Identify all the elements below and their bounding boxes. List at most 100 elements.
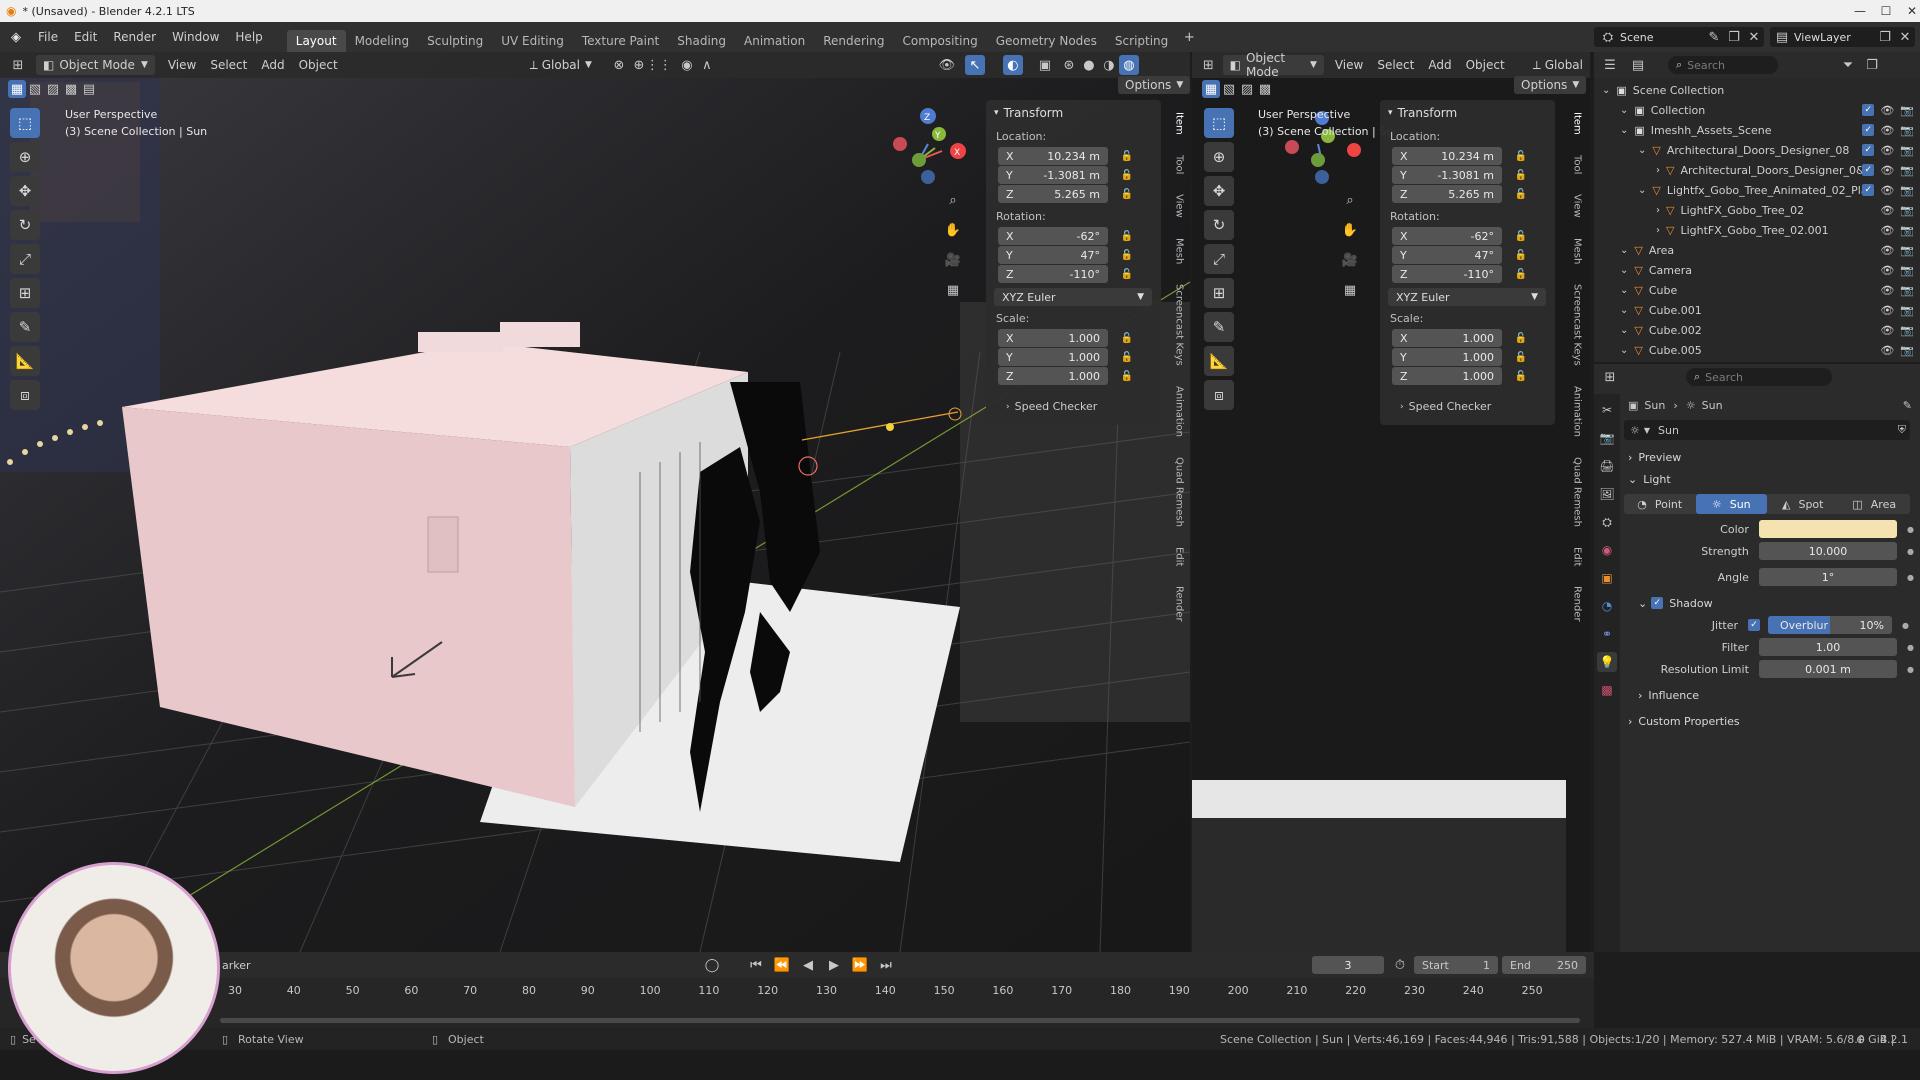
delete-scene-icon[interactable]: ✕ [1744, 27, 1764, 47]
expand-arrow-icon[interactable]: ⌄ [1620, 265, 1628, 276]
view-layer-tab-icon[interactable]: 🖼 [1597, 484, 1617, 504]
constraints-tab-icon[interactable]: ⚭ [1597, 624, 1617, 644]
select-new-icon[interactable]: ▦ [1202, 80, 1220, 98]
world-tab-icon[interactable]: ◉ [1597, 540, 1617, 560]
xray-icon[interactable]: ▣ [1035, 55, 1055, 75]
play-icon[interactable]: ▶ [824, 955, 844, 975]
viewport-left[interactable]: Z Y X ⊞ ◧ Object Mode ▼ View Select Add Obj… [0, 52, 1190, 952]
camera-view-icon[interactable]: 🎥 [1340, 250, 1360, 270]
add-workspace-icon[interactable]: + [1179, 27, 1199, 47]
shadow-checkbox[interactable]: ✓ [1651, 597, 1664, 609]
pan-hand-icon[interactable]: ✋ [943, 220, 963, 240]
tab-texture-paint[interactable]: Texture Paint [573, 30, 668, 52]
editor-type-icon[interactable]: ⊞ [8, 55, 28, 75]
falloff-icon[interactable]: ∧ [697, 55, 717, 75]
npanel-tab-render[interactable]: Render [1174, 582, 1185, 626]
npanel-tab-animation[interactable]: Animation [1174, 382, 1185, 441]
camera-icon[interactable]: 📷 [1900, 264, 1914, 277]
select-subtract-icon[interactable]: ▨ [44, 80, 62, 98]
select-new-icon[interactable]: ▦ [8, 80, 26, 98]
start-frame-field[interactable]: Start 1 [1414, 956, 1498, 974]
tab-shading[interactable]: Shading [668, 30, 735, 52]
current-frame-field[interactable]: 3 [1312, 956, 1384, 974]
view-layer-selector[interactable]: ▤ ViewLayer ❐ ✕ [1770, 27, 1915, 47]
location-z-field[interactable]: Z 5.265 m [1392, 185, 1502, 203]
viewport-menu-view[interactable]: View [161, 55, 203, 75]
shading-rendered-icon[interactable]: ◍ [1118, 55, 1139, 75]
eye-icon[interactable]: 👁 [1880, 224, 1894, 237]
lock-icon[interactable]: 🔓 [1514, 333, 1528, 344]
eye-icon[interactable]: 👁 [1880, 344, 1894, 357]
viewport-menu-object[interactable]: Object [1459, 55, 1512, 75]
expand-arrow-icon[interactable]: › [1656, 205, 1660, 216]
lock-icon[interactable]: 🔓 [1514, 189, 1528, 200]
new-scene-icon[interactable]: ❐ [1724, 27, 1744, 47]
npanel-tab-quad-remesh[interactable]: Quad Remesh [1572, 453, 1583, 531]
outliner-item[interactable]: ⌄ ▽ Cube.001 👁 📷 [1594, 300, 1920, 320]
transform-tool[interactable]: ⊞ [10, 278, 40, 308]
eye-icon[interactable]: 👁 [1880, 264, 1894, 277]
strength-field[interactable]: 10.000 [1758, 542, 1898, 560]
ortho-grid-icon[interactable]: ▦ [1340, 280, 1360, 300]
resolution-field[interactable]: 0.001 m [1758, 660, 1898, 678]
keyframe-dot-icon[interactable]: ● [1907, 525, 1914, 534]
jitter-checkbox[interactable]: ✓ [1748, 619, 1760, 631]
timeline-scrollbar[interactable] [220, 1018, 1580, 1023]
outliner-item[interactable]: ⌄ ▽ Lightfx_Gobo_Tree_Animated_02_Pla ✓ 👁 📷 [1594, 180, 1920, 200]
npanel-tab-edit[interactable]: Edit [1572, 543, 1583, 570]
camera-icon[interactable]: 📷 [1900, 124, 1914, 137]
record-icon[interactable]: ◯ [702, 955, 722, 975]
rotation-y-field[interactable]: Y 47° [998, 246, 1108, 264]
lock-icon[interactable]: 🔓 [1120, 151, 1134, 162]
select-box-tool[interactable]: ⬚ [10, 108, 40, 138]
rotation-z-field[interactable]: Z -110° [998, 265, 1108, 283]
select-extend-icon[interactable]: ▧ [26, 80, 44, 98]
camera-icon[interactable]: 📷 [1900, 304, 1914, 317]
lock-icon[interactable]: 🔓 [1514, 371, 1528, 382]
scale-z-field[interactable]: Z 1.000 [1392, 367, 1502, 385]
lock-icon[interactable]: 🔓 [1120, 269, 1134, 280]
tab-rendering[interactable]: Rendering [814, 30, 893, 52]
rotation-mode-dropdown[interactable]: XYZ Euler ▼ [994, 288, 1152, 306]
display-mode-icon[interactable]: ▤ [1628, 55, 1648, 75]
camera-icon[interactable]: 📷 [1900, 344, 1914, 357]
light-type-sun[interactable]: ☼ Sun [1695, 494, 1767, 514]
npanel-tab-render[interactable]: Render [1572, 582, 1583, 626]
eye-icon[interactable]: 👁 [1880, 184, 1894, 197]
blender-menu-icon[interactable]: ◈ [6, 27, 26, 47]
eye-icon[interactable]: 👁 [1880, 324, 1894, 337]
expand-arrow-icon[interactable]: ⌄ [1620, 305, 1628, 316]
select-subtract-icon[interactable]: ▨ [1238, 80, 1256, 98]
expand-arrow-icon[interactable]: › [1656, 165, 1660, 176]
menu-window[interactable]: Window [164, 30, 227, 44]
shading-solid-icon[interactable]: ● [1079, 55, 1099, 75]
npanel-tab-mesh[interactable]: Mesh [1572, 234, 1583, 268]
editor-type-icon[interactable]: ⊞ [1200, 55, 1217, 75]
next-keyframe-icon[interactable]: ⏩ [850, 955, 870, 975]
zoom-icon[interactable]: ⌕ [943, 190, 963, 210]
tab-layout[interactable]: Layout [286, 30, 346, 52]
filter-field[interactable]: 1.00 [1758, 638, 1898, 656]
expand-arrow-icon[interactable]: ⌄ [1620, 285, 1628, 296]
viewport-menu-object[interactable]: Object [292, 55, 345, 75]
proportional-icon[interactable]: ◉ [677, 55, 697, 75]
light-data-tab-icon[interactable]: 💡 [1597, 652, 1617, 672]
tab-compositing[interactable]: Compositing [893, 30, 986, 52]
npanel-tab-tool[interactable]: Tool [1174, 151, 1185, 178]
rotation-y-field[interactable]: Y 47° [1392, 246, 1502, 264]
shield-icon[interactable]: ⛨ [1898, 423, 1906, 437]
tab-scripting[interactable]: Scripting [1106, 30, 1177, 52]
outliner-item[interactable]: ⌄ ▽ Camera 👁 📷 [1594, 260, 1920, 280]
viewport-menu-add[interactable]: Add [1421, 55, 1458, 75]
lock-icon[interactable]: 🔓 [1120, 371, 1134, 382]
eye-icon[interactable]: 👁 [1880, 284, 1894, 297]
menu-file[interactable]: File [30, 30, 66, 44]
orientation-dropdown-right[interactable]: ⟂ Global [1526, 55, 1590, 75]
tab-animation[interactable]: Animation [735, 30, 814, 52]
menu-render[interactable]: Render [105, 30, 164, 44]
expand-arrow-icon[interactable]: ⌄ [1602, 85, 1610, 96]
ortho-grid-icon[interactable]: ▦ [943, 280, 963, 300]
annotate-tool[interactable]: ✎ [1204, 312, 1234, 342]
transform-header-right[interactable]: ▾ Transform [1388, 106, 1547, 120]
tool-tab-icon[interactable]: ✂ [1597, 400, 1617, 420]
